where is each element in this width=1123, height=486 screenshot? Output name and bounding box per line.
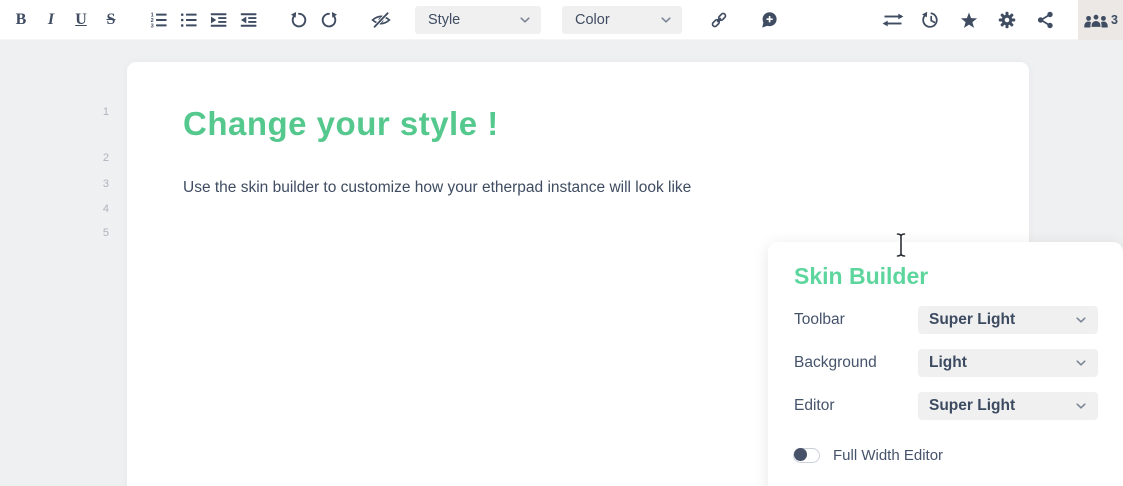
unordered-list-icon	[180, 13, 197, 27]
full-width-editor-row: Full Width Editor	[768, 445, 1123, 465]
italic-button[interactable]: I	[36, 5, 66, 35]
underline-icon: U	[75, 10, 87, 28]
hide-authorship-colors-button[interactable]	[366, 5, 396, 35]
style-dropdown[interactable]: Style	[415, 5, 541, 34]
undo-icon	[291, 11, 307, 27]
underline-button[interactable]: U	[66, 5, 96, 35]
line-number: 3	[102, 178, 109, 190]
share-button[interactable]	[1026, 5, 1064, 35]
bold-button[interactable]: B	[6, 5, 36, 35]
pad-heading-text[interactable]: Change your style !	[183, 104, 499, 144]
outdent-icon	[240, 12, 256, 27]
history-button[interactable]	[912, 5, 950, 35]
italic-icon: I	[47, 10, 55, 28]
authorship-group	[366, 5, 396, 35]
line-number: 5	[102, 227, 109, 239]
line-number: 1	[102, 106, 109, 118]
skin-builder-panel: Skin Builder Toolbar Super Light Backgro…	[768, 242, 1123, 486]
editor-skin-select[interactable]: Super Light	[918, 392, 1098, 420]
format-group: B I U S	[6, 5, 126, 35]
users-group-icon	[1084, 13, 1108, 28]
toggle-knob	[793, 447, 807, 462]
comment-plus-icon	[762, 11, 777, 28]
toolbar-skin-row: Toolbar Super Light	[768, 306, 1123, 334]
redo-button[interactable]	[314, 5, 344, 35]
bold-icon: B	[15, 10, 27, 28]
pad-paragraph-text[interactable]: Use the skin builder to customize how yo…	[183, 177, 691, 199]
background-skin-row: Background Light	[768, 349, 1123, 377]
background-skin-select[interactable]: Light	[918, 349, 1098, 377]
editor-skin-value: Super Light	[929, 397, 1016, 414]
add-comment-button[interactable]	[754, 5, 784, 35]
full-width-editor-toggle[interactable]	[793, 447, 820, 463]
indent-icon	[210, 12, 226, 27]
gear-icon	[998, 11, 1016, 29]
redo-icon	[321, 11, 337, 27]
favorite-button[interactable]	[950, 5, 988, 35]
chevron-down-icon	[520, 16, 530, 23]
skin-builder-title: Skin Builder	[794, 263, 929, 289]
link-icon	[711, 12, 727, 27]
settings-button[interactable]	[988, 5, 1026, 35]
outdent-button[interactable]	[233, 5, 263, 35]
background-skin-value: Light	[929, 354, 967, 371]
online-users-count: 3	[1111, 13, 1118, 27]
online-users-button[interactable]: 3	[1078, 0, 1123, 40]
color-dropdown-value: Color	[575, 11, 610, 28]
full-width-editor-label: Full Width Editor	[833, 446, 944, 464]
unordered-list-button[interactable]	[173, 5, 203, 35]
editor-skin-label: Editor	[794, 397, 835, 414]
line-number: 2	[102, 152, 109, 164]
chevron-down-icon	[1076, 403, 1086, 409]
star-icon	[960, 12, 978, 28]
toolbar-skin-value: Super Light	[929, 311, 1016, 328]
chevron-down-icon	[1076, 360, 1086, 366]
indent-button[interactable]	[203, 5, 233, 35]
swap-arrows-icon	[882, 13, 904, 27]
import-export-button[interactable]	[874, 5, 912, 35]
strikethrough-icon: S	[106, 10, 116, 28]
svg-text:3: 3	[150, 23, 153, 28]
toolbar-skin-select[interactable]: Super Light	[918, 306, 1098, 334]
undo-button[interactable]	[284, 5, 314, 35]
editor-skin-row: Editor Super Light	[768, 392, 1123, 420]
toolbar-skin-label: Toolbar	[794, 311, 845, 328]
eye-off-icon	[371, 11, 391, 28]
share-icon	[1037, 11, 1053, 29]
toolbar-right-group: 3	[874, 0, 1123, 40]
ordered-list-icon: 1 2 3	[150, 12, 167, 28]
ordered-list-button[interactable]: 1 2 3	[143, 5, 173, 35]
style-dropdown-value: Style	[428, 11, 461, 28]
line-number: 4	[102, 203, 109, 215]
list-group: 1 2 3	[143, 5, 263, 35]
undo-redo-group	[284, 5, 344, 35]
background-skin-label: Background	[794, 354, 877, 371]
chevron-down-icon	[661, 16, 671, 23]
history-clock-icon	[922, 11, 938, 28]
strikethrough-button[interactable]: S	[96, 5, 126, 35]
chevron-down-icon	[1076, 317, 1086, 323]
etherpad-app: B I U S 1 2 3 Style Color 3 1 2 3 4 5 Ch…	[0, 0, 1123, 486]
line-number-gutter: 1 2 3 4 5	[0, 0, 112, 486]
color-dropdown[interactable]: Color	[562, 5, 682, 34]
editbar: B I U S 1 2 3 Style Color 3	[0, 0, 1123, 40]
insert-link-button[interactable]	[704, 5, 734, 35]
